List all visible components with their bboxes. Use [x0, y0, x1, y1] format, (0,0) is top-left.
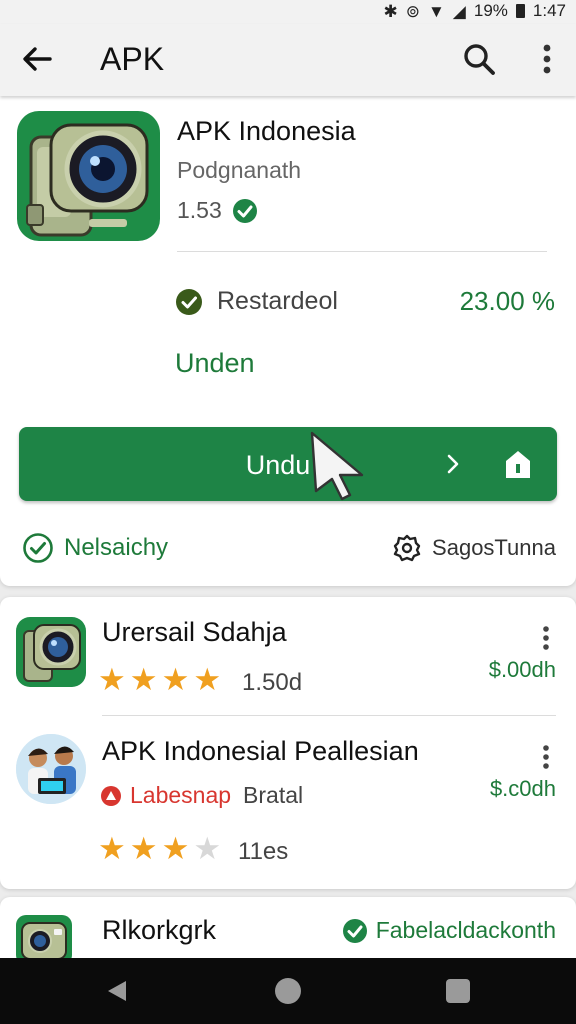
settings-label: SagosTunna — [432, 535, 556, 560]
app-bar: APK — [0, 24, 576, 96]
rating-text: 11es — [238, 838, 289, 865]
battery-percent: 19% — [473, 1, 508, 20]
star-icon: ★ — [193, 831, 222, 866]
price: $.00dh — [488, 657, 556, 682]
download-button[interactable]: Undu — [19, 427, 557, 501]
back-arrow-icon[interactable] — [20, 42, 54, 76]
battery-icon — [515, 4, 525, 18]
app-list-card: Urersail Sdahja ★ ★ ★ ★ 1.50d $.00dh APK… — [0, 597, 576, 889]
nav-back-icon[interactable] — [104, 978, 130, 1004]
meta-row: Nelsaichy SagosTunna — [22, 532, 556, 564]
wifi-icon: ▼ — [427, 1, 445, 21]
list-item-title: APK Indonesial Peallesian — [102, 736, 419, 766]
version-row: 1.53 — [177, 197, 258, 224]
star-icon: ★ — [129, 831, 158, 866]
list-item[interactable]: Urersail Sdahja ★ ★ ★ ★ 1.50d $.00dh — [0, 597, 576, 715]
star-icon: ★ — [129, 662, 158, 697]
safe-label[interactable]: Nelsaichy — [64, 534, 168, 562]
list-item-title: Urersail Sdahja — [102, 617, 287, 647]
camera-icon — [23, 624, 81, 682]
status-text: Restardeol — [217, 287, 338, 315]
divider — [177, 251, 547, 252]
camera-icon — [26, 123, 149, 237]
safe-check-icon — [23, 533, 53, 563]
nav-recents-icon[interactable] — [446, 979, 470, 1003]
badge-text: Labesnap — [130, 782, 232, 808]
page-title: APK — [100, 41, 165, 77]
overflow-menu-icon[interactable] — [538, 744, 554, 770]
verified-check-icon — [342, 918, 367, 943]
overflow-menu-icon[interactable] — [530, 40, 564, 78]
price: $.c0dh — [489, 776, 556, 801]
app-name: APK Indonesia — [177, 116, 356, 146]
verified-check-icon — [232, 198, 257, 223]
star-icon: ★ — [161, 831, 190, 866]
status-check-icon — [176, 288, 202, 315]
cursor-icon — [310, 431, 364, 501]
developer-name[interactable]: Podgnanath — [177, 157, 301, 184]
clock: 1:47 — [532, 1, 566, 20]
version-number: 1.53 — [177, 197, 222, 223]
list-item-title: Rlkorkgrk — [102, 915, 217, 945]
progress-percent: 23.00 % — [459, 286, 555, 316]
app-detail-card: APK Indonesia Podgnanath 1.53 Restardeol… — [0, 96, 576, 586]
sync-icon: ⊚ — [405, 1, 420, 21]
notification-icon: ✱ — [383, 1, 398, 21]
badge-text: Fabelacldackonth — [375, 917, 556, 943]
list-item[interactable]: APK Indonesial Peallesian Labesnap Brata… — [0, 716, 576, 889]
settings-gear-icon — [393, 534, 421, 562]
search-icon[interactable] — [460, 40, 498, 78]
overflow-menu-icon[interactable] — [538, 625, 554, 651]
install-status-row: Restardeol 23.00 % — [175, 286, 555, 317]
secondary-link[interactable]: Unden — [175, 348, 255, 379]
star-icon: ★ — [161, 662, 190, 697]
app-icon — [16, 617, 86, 687]
star-icon: ★ — [98, 662, 126, 697]
star-icon: ★ — [193, 662, 222, 697]
rating-text: 1.50d — [242, 669, 303, 696]
status-icons: ✱ ⊚ ▼ ◢ 19% 1:47 — [383, 0, 566, 22]
download-button-label: Undu — [245, 450, 311, 480]
people-illustration-icon — [16, 734, 86, 804]
chevron-right-icon — [447, 454, 459, 474]
star-icon: ★ — [98, 831, 126, 866]
badge-row: Labesnap Bratal — [100, 782, 303, 809]
badge-icon — [101, 785, 121, 806]
app-avatar — [16, 734, 86, 804]
settings-link[interactable]: SagosTunna — [392, 533, 556, 563]
app-icon — [17, 111, 160, 241]
status-bar: ✱ ⊚ ▼ ◢ 19% 1:47 — [0, 0, 576, 24]
nav-home-icon[interactable] — [275, 978, 301, 1004]
system-navigation-bar — [0, 958, 576, 1024]
signal-icon: ◢ — [452, 1, 466, 21]
star-rating: ★ ★ ★ ★ — [98, 833, 221, 864]
share-icon[interactable] — [501, 447, 535, 481]
star-rating: ★ ★ ★ ★ — [98, 664, 221, 695]
category-text: Bratal — [243, 782, 304, 808]
badge: Fabelacldackonth — [342, 917, 556, 944]
